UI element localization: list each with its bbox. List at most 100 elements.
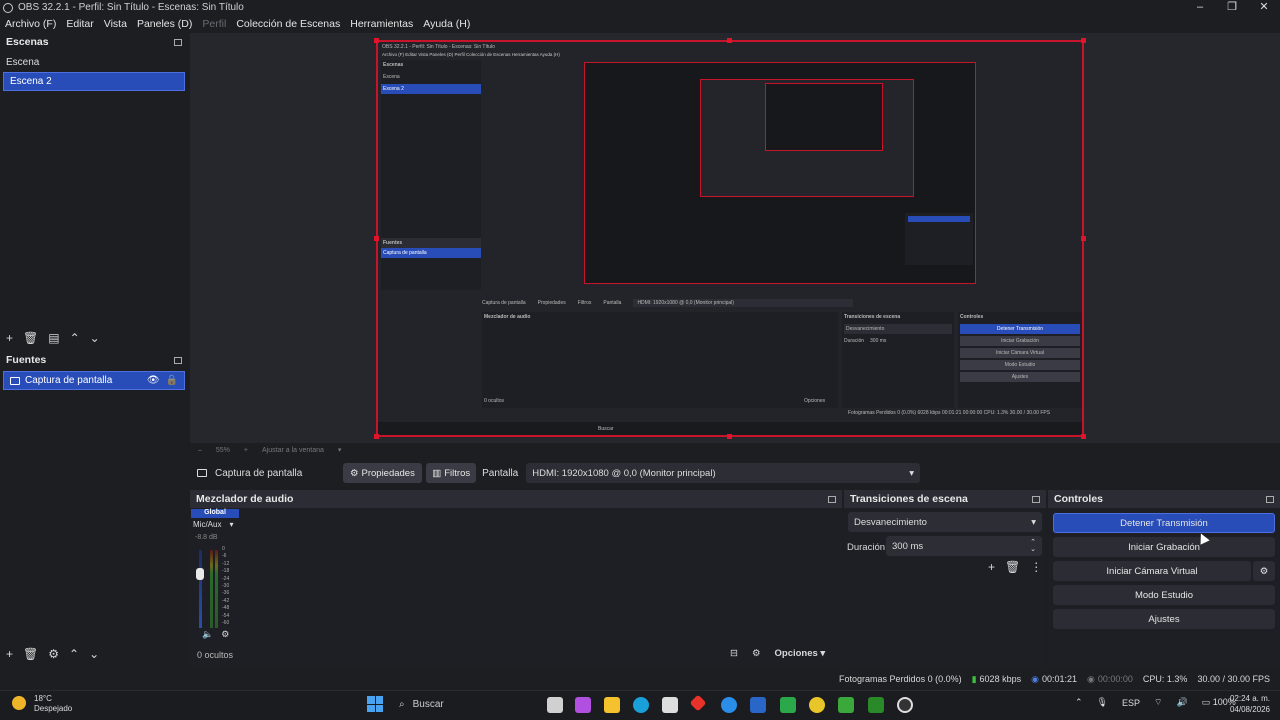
undock-icon[interactable]	[1266, 495, 1274, 503]
game-icon[interactable]	[868, 697, 884, 713]
add-icon[interactable]: +	[6, 647, 13, 661]
chrome-icon[interactable]	[809, 697, 825, 713]
menu-item[interactable]: Editar	[61, 18, 98, 30]
trash-icon[interactable]: 🗑	[23, 331, 38, 345]
settings-button[interactable]: Ajustes	[1053, 609, 1275, 629]
add-icon[interactable]: +	[988, 560, 995, 574]
start-virtual-camera-button[interactable]: Iniciar Cámara Virtual	[1053, 561, 1251, 581]
transform-handle[interactable]	[1081, 236, 1086, 241]
transform-handle[interactable]	[727, 38, 732, 43]
properties-button[interactable]: ⚙ Propiedades	[342, 463, 423, 483]
mixer-dock-title: Mezclador de audio	[190, 490, 842, 508]
store-icon[interactable]	[662, 697, 678, 713]
scenes-toolbar: + 🗑 ▤ ⌃ ⌄	[0, 329, 100, 347]
microphone-icon[interactable]: 🎙	[1097, 697, 1108, 708]
obs-taskbar-icon[interactable]	[897, 697, 913, 713]
menu-item[interactable]: Paneles (D)	[132, 18, 197, 30]
move-down-icon[interactable]: ⌄	[89, 647, 99, 661]
zoom-fit-select[interactable]: Ajustar a la ventana	[262, 447, 324, 454]
window-title: OBS 32.2.1 - Perfil: Sin Título - Escena…	[18, 2, 244, 13]
more-options-icon[interactable]: ⋮	[1030, 560, 1042, 574]
move-up-icon[interactable]: ⌃	[69, 647, 79, 661]
filter-icon[interactable]: ▤	[48, 331, 59, 345]
gear-icon[interactable]: ⚙	[48, 647, 59, 661]
menu-item[interactable]: Archivo (F)	[0, 18, 61, 30]
advanced-audio-icon[interactable]: ⚙	[752, 648, 761, 659]
menu-item[interactable]: Vista	[99, 18, 132, 30]
layout-icon[interactable]: ⊟	[730, 648, 738, 659]
options-button[interactable]: Opciones ▾	[775, 648, 826, 659]
filters-button[interactable]: ▥ Filtros	[426, 463, 477, 483]
mixer-channel-tab[interactable]: Global	[191, 509, 239, 518]
xbox-icon[interactable]	[780, 697, 796, 713]
nested-status: Fotogramas Perdidos 0 (0.0%) 6028 kbps 0…	[848, 410, 1051, 416]
scene-item[interactable]: Escena	[0, 53, 188, 72]
db-scale: 0 -6 -12 -18 -24 -30 -36 -42 -48 -54 -60	[222, 546, 236, 626]
task-view-icon[interactable]	[547, 697, 563, 713]
chevron-down-icon[interactable]: ▾	[338, 446, 342, 454]
windows-start-icon[interactable]	[367, 696, 383, 712]
add-icon[interactable]: +	[6, 331, 13, 345]
virtual-camera-settings-button[interactable]: ⚙	[1253, 561, 1275, 581]
transitions-dock: Transiciones de escena Desvanecimiento ▾…	[844, 490, 1046, 666]
minimize-icon[interactable]: –	[1184, 0, 1216, 14]
restore-icon[interactable]: ❐	[1216, 0, 1248, 14]
undock-icon[interactable]	[174, 356, 182, 364]
stop-streaming-button[interactable]: Detener Transmisión	[1053, 513, 1275, 533]
menu-item[interactable]: Ayuda (H)	[418, 18, 475, 30]
move-down-icon[interactable]: ⌄	[90, 331, 100, 345]
nested-obs-preview[interactable]: OBS 32.2.1 - Perfil: Sin Título - Escena…	[376, 40, 1084, 437]
source-item[interactable]: Captura de pantalla 👁 🔒	[3, 371, 185, 390]
undock-icon[interactable]	[828, 495, 836, 503]
transition-select[interactable]: Desvanecimiento ▾	[848, 512, 1042, 532]
duration-spinbox[interactable]: 300 ms ⌃ ⌄	[886, 536, 1042, 556]
obs-logo-icon	[3, 2, 13, 13]
volume-slider-handle[interactable]	[196, 568, 204, 580]
start-recording-button[interactable]: Iniciar Grabación	[1053, 537, 1275, 557]
channel-settings-icon[interactable]: ⚙	[221, 629, 229, 640]
language-indicator[interactable]: ESP	[1122, 698, 1140, 708]
mixer-channel-header: Mic/Aux ▾	[193, 520, 233, 529]
volume-icon[interactable]: 🔊	[1176, 697, 1187, 708]
menu-item[interactable]: Herramientas	[345, 18, 418, 30]
studio-mode-button[interactable]: Modo Estudio	[1053, 585, 1275, 605]
edge-icon[interactable]	[633, 697, 649, 713]
help-icon[interactable]	[721, 697, 737, 713]
lock-icon[interactable]: 🔒	[166, 375, 178, 386]
undock-icon[interactable]	[1032, 495, 1040, 503]
search-icon: ⌕	[399, 698, 405, 710]
chevron-down-icon[interactable]: ▾	[229, 520, 233, 529]
transform-handle[interactable]	[1081, 38, 1086, 43]
copilot-icon[interactable]	[575, 697, 591, 713]
vu-meter	[215, 550, 218, 628]
window-controls: – ❐ ✕	[1184, 0, 1280, 14]
chevron-up-icon[interactable]: ⌃	[1075, 697, 1083, 708]
transform-handle[interactable]	[727, 434, 732, 439]
trash-icon[interactable]: 🗑	[1005, 560, 1020, 574]
zoom-out-icon[interactable]: –	[198, 447, 202, 454]
zoom-in-icon[interactable]: +	[244, 447, 248, 454]
display-select[interactable]: HDMI: 1920x1080 @ 0,0 (Monitor principal…	[526, 463, 920, 483]
undock-icon[interactable]	[174, 38, 182, 46]
weather-widget[interactable]: 18°C Despejado	[34, 694, 72, 714]
mail-icon[interactable]	[750, 697, 766, 713]
menu-item[interactable]: Colección de Escenas	[231, 18, 345, 30]
scene-item-selected[interactable]: Escena 2	[3, 72, 185, 91]
visibility-eye-icon[interactable]: 👁	[147, 375, 160, 386]
clock[interactable]: 02:24 a. m. 04/08/2026	[1220, 693, 1270, 715]
taskbar-search[interactable]: ⌕ Buscar	[390, 694, 540, 714]
menu-item[interactable]: Perfil	[197, 18, 231, 30]
monitor-icon	[197, 469, 207, 477]
speaker-icon[interactable]: 🔈	[202, 629, 213, 640]
transform-handle[interactable]	[374, 38, 379, 43]
wifi-icon[interactable]: ⌔	[1154, 697, 1162, 708]
trash-icon[interactable]: 🗑	[23, 647, 38, 661]
volume-slider-track[interactable]	[199, 550, 202, 628]
file-explorer-icon[interactable]	[604, 697, 620, 713]
transform-handle[interactable]	[374, 434, 379, 439]
move-up-icon[interactable]: ⌃	[70, 331, 80, 345]
transform-handle[interactable]	[1081, 434, 1086, 439]
minecraft-icon[interactable]	[838, 697, 854, 713]
close-icon[interactable]: ✕	[1248, 0, 1280, 14]
transform-handle[interactable]	[374, 236, 379, 241]
